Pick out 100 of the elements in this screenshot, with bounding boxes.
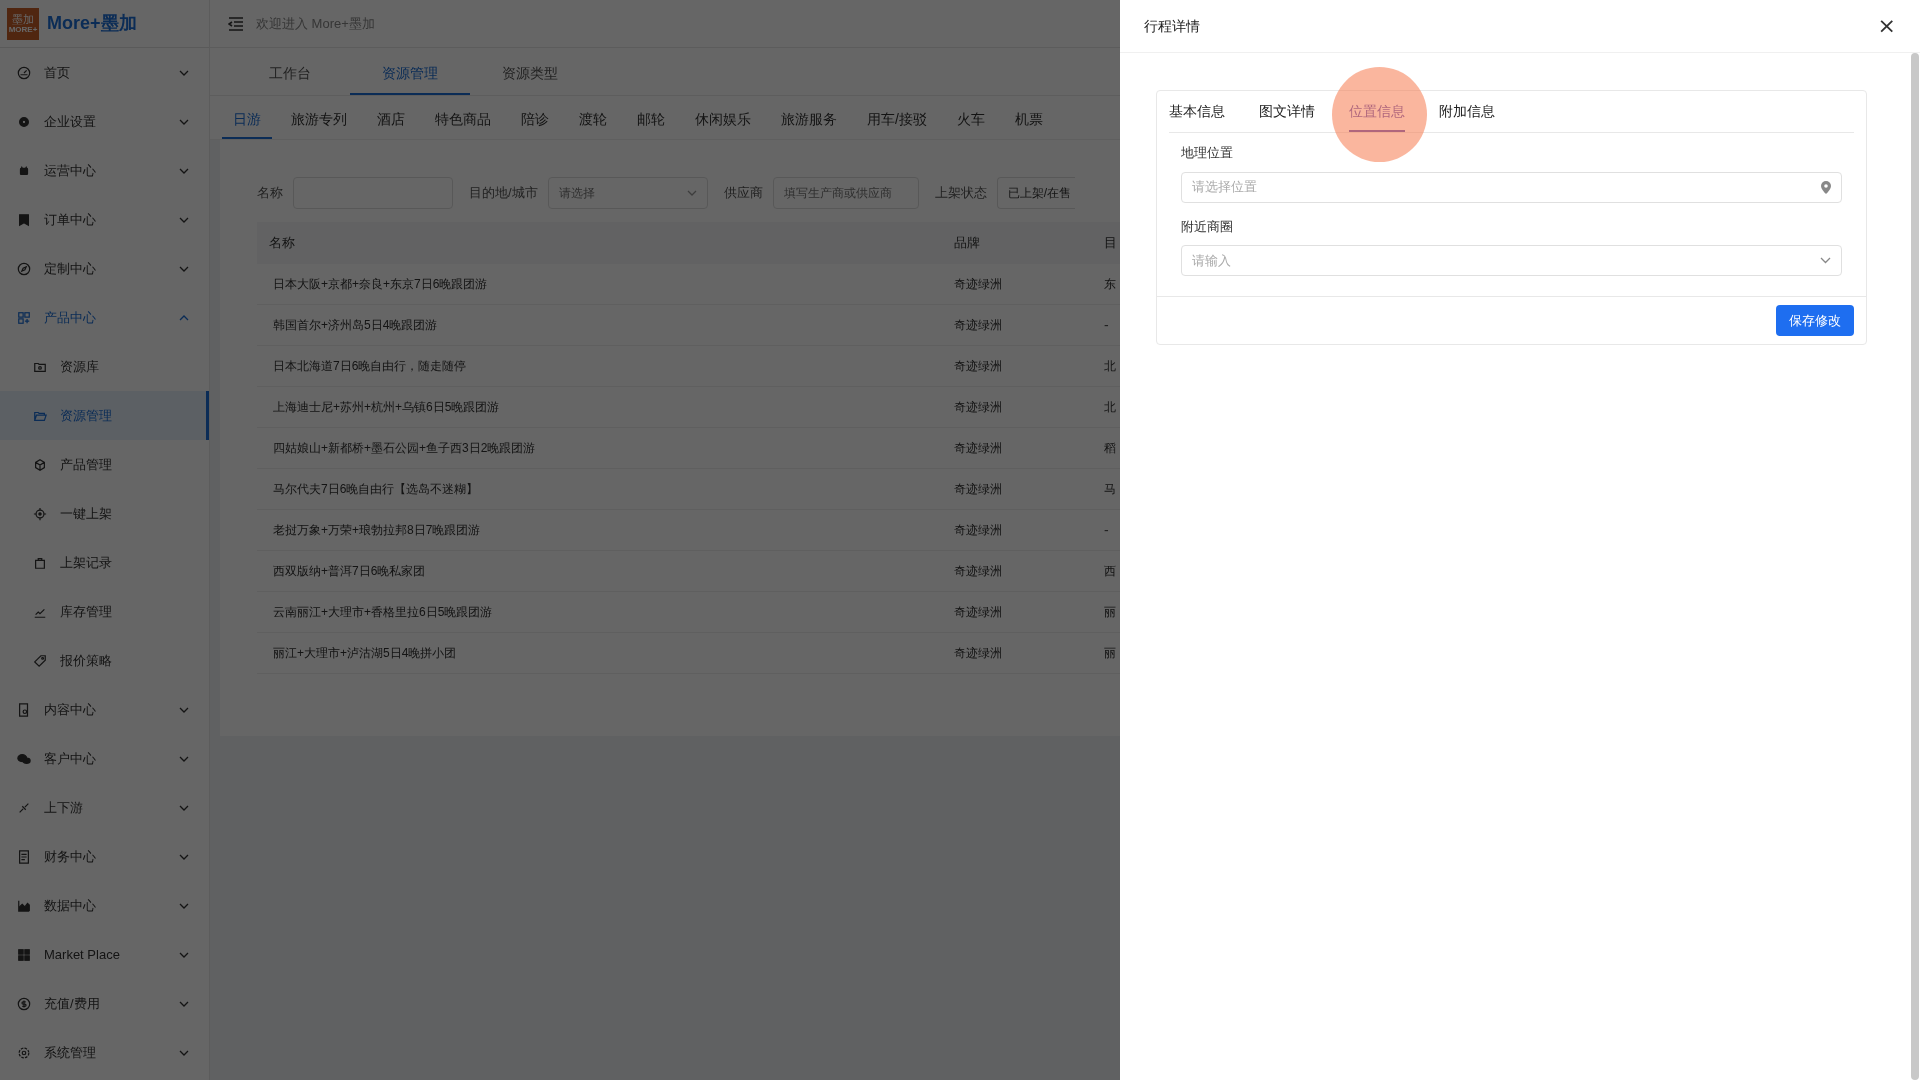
page-tab[interactable]: 工作台 [230,53,350,95]
menu-item[interactable]: 上下游 [0,783,209,832]
category-tab[interactable]: 酒店 [366,101,416,139]
map-pin-icon [1821,180,1831,194]
grid-icon [17,310,31,325]
app-name: More+墨加 [47,12,137,35]
category-tab[interactable]: 休闲娱乐 [684,101,762,139]
category-tab[interactable]: 旅游专列 [280,101,358,139]
chevron-icon [179,314,189,321]
chevron-icon [179,1049,189,1056]
menu-item[interactable]: 定制中心 [0,244,209,293]
tag-icon [33,653,47,668]
chevron-icon [179,706,189,713]
settings-icon [17,1045,31,1060]
close-button[interactable]: × [1877,15,1896,37]
chat-icon [17,751,31,766]
drawer-tab[interactable]: 位置信息 [1349,92,1405,132]
submenu-item[interactable]: 产品管理 [0,440,209,489]
submenu-item[interactable]: 上架记录 [0,538,209,587]
category-tab[interactable]: 机票 [1003,101,1054,139]
menu-item[interactable]: 企业设置 [0,97,209,146]
menu-item[interactable]: 运营中心 [0,146,209,195]
caret-icon [1820,257,1831,264]
category-tab[interactable]: 旅游服务 [770,101,848,139]
badge-icon [17,212,31,227]
table-cell-text: 马 [1103,481,1117,498]
category-tab[interactable]: 特色商品 [424,101,502,139]
menu-icon[interactable] [228,16,244,31]
category-tab[interactable]: 邮轮 [626,101,676,139]
menu-item[interactable]: 数据中心 [0,881,209,930]
menu-item[interactable]: 客户中心 [0,734,209,783]
document-search-icon [17,702,31,717]
table-cell-text: 云南丽江+大理市+香格里拉6日5晚跟团游 [272,604,494,621]
chevron-icon [179,902,189,909]
status-select[interactable]: 已上架/在售 [996,177,1075,209]
table-cell-text: 稻 [1103,440,1117,457]
location-field[interactable]: 请选择位置 [1181,171,1842,203]
drawer-tab[interactable]: 附加信息 [1439,92,1495,132]
submenu-item[interactable]: 报价策略 [0,636,209,685]
table-cell-text: 丽 [1103,604,1117,621]
menu-item[interactable]: 财务中心 [0,832,209,881]
chevron-icon [179,265,189,272]
chevron-icon [179,1000,189,1007]
table-cell-text: 老挝万象+万荣+琅勃拉邦8日7晚跟团游 [272,522,482,539]
caret-icon [686,190,697,196]
menu-item[interactable]: 充值/费用 [0,979,209,1028]
table-cell-text: - [1103,520,1110,540]
menu-item[interactable]: Market Place [0,930,209,979]
table-cell-text: 北 [1103,358,1117,375]
category-tab[interactable]: 陪诊 [510,101,560,139]
category-tab[interactable]: 渡轮 [568,101,618,139]
shopping-bag-icon [33,555,47,570]
compass-icon [17,261,31,276]
table-cell-text: 北 [1103,399,1117,416]
menu-item[interactable]: 系统管理 [0,1028,209,1077]
select-field[interactable]: 请输入 [1181,245,1842,276]
dollar-icon [17,996,31,1011]
column-header: 品牌 [953,234,981,253]
menu-item[interactable]: 内容中心 [0,685,209,734]
table-cell-text: 马尔代夫7日6晚自由行【选岛不迷糊】 [272,481,480,498]
filter-label: 供应商 [723,184,763,203]
receipt-icon [17,849,31,864]
table-cell-text: 丽 [1103,645,1117,662]
area-chart-icon [17,898,31,913]
drawer-title: 行程详情 [1144,16,1200,36]
filter-label: 上架状态 [934,184,987,203]
tiles-icon [17,947,31,962]
table-cell-text: 奇迹绿洲 [953,317,1003,334]
field-label: 地理位置 [1181,144,1234,162]
table-cell-text: 奇迹绿洲 [953,645,1003,662]
chevron-icon [179,69,189,76]
chevron-icon [179,853,189,860]
menu-item[interactable]: 订单中心 [0,195,209,244]
cube-icon [33,457,47,472]
table-cell-text: 四姑娘山+新都桥+墨石公园+鱼子西3日2晚跟团游 [272,440,537,457]
drawer-tab[interactable]: 基本信息 [1169,92,1225,132]
submenu-item[interactable]: 库存管理 [0,587,209,636]
submenu-item[interactable]: 资源管理 [0,391,209,440]
chevron-icon [179,755,189,762]
category-tab[interactable]: 用车/接驳 [856,101,938,139]
table-cell-text: 奇迹绿洲 [953,563,1003,580]
column-header: 目 [1103,234,1118,253]
table-cell-text: 奇迹绿洲 [953,604,1003,621]
table-cell-text: 西双版纳+普洱7日6晚私家团 [272,563,427,580]
chevron-icon [179,951,189,958]
chevron-icon [179,804,189,811]
menu-item[interactable]: 产品中心 [0,293,209,342]
column-header: 名称 [268,234,296,253]
target-icon [33,506,47,521]
filter-label: 目的地/城市 [469,184,538,203]
table-cell-text: 日本北海道7日6晚自由行，随走随停 [272,358,468,375]
category-tab[interactable]: 火车 [945,101,996,139]
save-button[interactable]: 保存修改 [1776,305,1854,336]
table-cell-text: 上海迪士尼+苏州+杭州+乌镇6日5晚跟团游 [272,399,501,416]
submenu-item[interactable]: 资源库 [0,342,209,391]
dashboard-icon [17,65,31,80]
chevron-icon [179,167,189,174]
page-tab[interactable]: 资源类型 [470,53,590,95]
menu-item[interactable]: 首页 [0,48,209,97]
drawer-tab[interactable]: 图文详情 [1259,92,1315,132]
